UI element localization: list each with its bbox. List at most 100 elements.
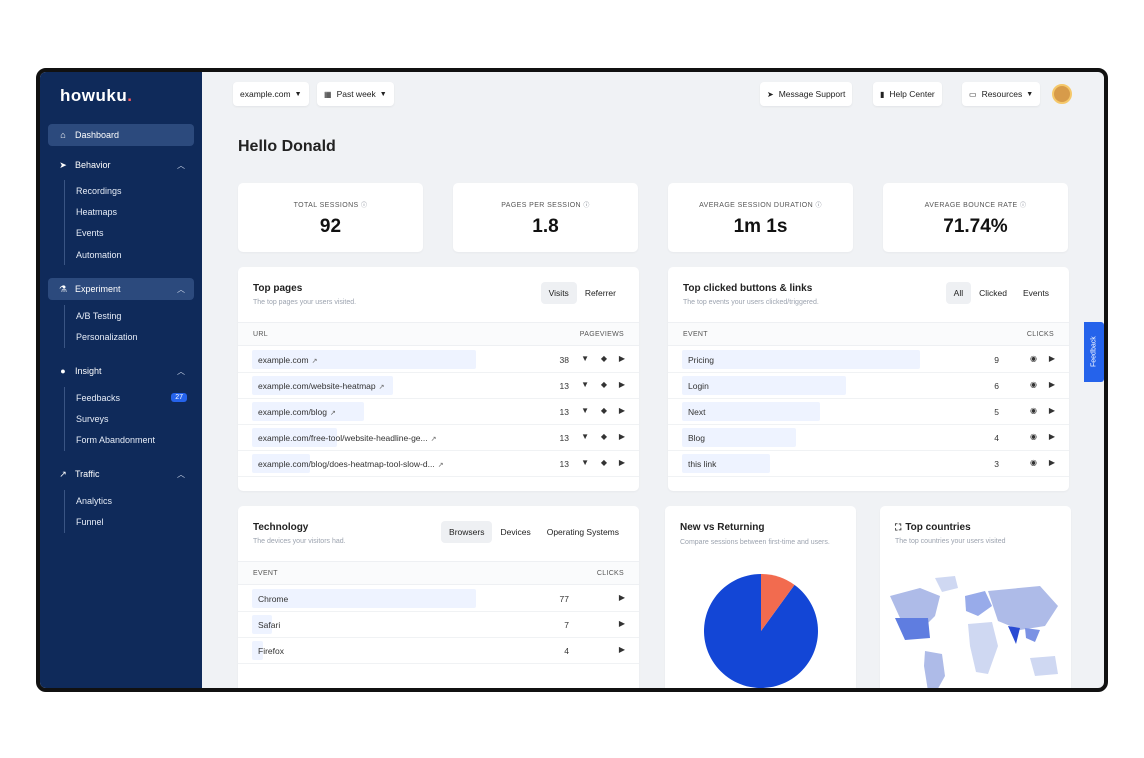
eye-icon[interactable]: ◉ [1030,380,1037,389]
row-label[interactable]: example.com/free-tool/website-headline-g… [258,433,437,443]
play-icon[interactable]: ▶ [619,619,625,628]
feedback-tab[interactable]: Feedback [1084,322,1104,382]
sidebar-item-analytics[interactable]: Analytics [65,490,189,511]
eye-icon[interactable]: ◉ [1030,432,1037,441]
play-icon[interactable]: ▶ [1049,406,1055,415]
table-row[interactable]: example.com ↗ 38 ▼ ◆ ▶ [238,347,639,373]
row-label[interactable]: example.com/blog ↗ [258,407,336,417]
sidebar-item-surveys[interactable]: Surveys [65,408,189,429]
sidebar-item-heatmaps[interactable]: Heatmaps [65,201,189,222]
eye-icon[interactable]: ◉ [1030,458,1037,467]
button-label: Resources [981,89,1023,99]
sidebar-item-form-abandonment[interactable]: Form Abandonment [65,430,189,451]
sidebar-item-dashboard[interactable]: ⌂ Dashboard [48,124,194,146]
sidebar-item-behavior[interactable]: ➤ Behavior ︿ [48,154,194,176]
row-label[interactable]: example.com ↗ [258,355,317,365]
eye-icon[interactable]: ◉ [1030,406,1037,415]
table-row[interactable]: example.com/website-heatmap ↗ 13 ▼ ◆ ▶ [238,373,639,399]
play-icon[interactable]: ▶ [619,458,625,467]
table-row[interactable]: example.com/blog/does-heatmap-tool-slow-… [238,451,639,477]
avatar[interactable] [1052,84,1072,104]
funnel-icon[interactable]: ▼ [581,458,589,467]
row-label[interactable]: Pricing [688,355,714,365]
tab-referrer[interactable]: Referrer [577,282,624,304]
heatmap-icon[interactable]: ◆ [601,380,607,389]
tab-operating-systems[interactable]: Operating Systems [539,521,627,543]
table-row[interactable]: example.com/blog ↗ 13 ▼ ◆ ▶ [238,399,639,425]
table-row[interactable]: example.com/free-tool/website-headline-g… [238,425,639,451]
external-link-icon[interactable]: ↗ [438,462,444,469]
funnel-icon[interactable]: ▼ [581,380,589,389]
table-row[interactable]: Firefox 4 ▶ [238,638,639,664]
sidebar-item-automation[interactable]: Automation [65,244,189,265]
tab-events[interactable]: Events [1015,282,1057,304]
sidebar-item-recordings[interactable]: Recordings [65,180,189,201]
table-row[interactable]: Pricing 9 ◉ ▶ [668,347,1069,373]
heatmap-icon[interactable]: ◆ [601,458,607,467]
heatmap-icon[interactable]: ◆ [601,432,607,441]
table-row[interactable]: this link 3 ◉ ▶ [668,451,1069,477]
chevron-up-icon[interactable]: ︿ [177,469,185,480]
resources-dropdown[interactable]: ▭ Resources ▼ [962,82,1041,106]
funnel-icon[interactable]: ▼ [581,406,589,415]
play-icon[interactable]: ▶ [1049,354,1055,363]
row-label[interactable]: example.com/website-heatmap ↗ [258,381,385,391]
row-label[interactable]: example.com/blog/does-heatmap-tool-slow-… [258,459,444,469]
message-support-button[interactable]: ➤ Message Support [760,82,853,106]
play-icon[interactable]: ▶ [1049,432,1055,441]
column-header-clicks[interactable]: CLICKS [1027,331,1054,338]
tab-browsers[interactable]: Browsers [441,521,493,543]
tab-clicked[interactable]: Clicked [971,282,1015,304]
play-icon[interactable]: ▶ [619,380,625,389]
row-label[interactable]: this link [688,459,716,469]
chevron-up-icon[interactable]: ︿ [177,284,185,295]
row-label[interactable]: Next [688,407,705,417]
table-row[interactable]: Blog 4 ◉ ▶ [668,425,1069,451]
table-row[interactable]: Login 6 ◉ ▶ [668,373,1069,399]
sidebar-item-personalization[interactable]: Personalization [65,326,189,347]
help-center-button[interactable]: ▮ Help Center [873,82,942,106]
external-link-icon[interactable]: ↗ [379,384,385,391]
table-row[interactable]: Chrome 77 ▶ [238,586,639,612]
play-icon[interactable]: ▶ [619,432,625,441]
heatmap-icon[interactable]: ◆ [601,354,607,363]
row-label[interactable]: Safari [258,620,280,630]
play-icon[interactable]: ▶ [619,406,625,415]
play-icon[interactable]: ▶ [619,645,625,654]
expand-icon[interactable]: ⛶ [895,522,901,532]
column-header-pageviews[interactable]: PAGEVIEWS [580,331,624,338]
tab-devices[interactable]: Devices [492,521,538,543]
eye-icon[interactable]: ◉ [1030,354,1037,363]
sidebar-item-feedbacks[interactable]: Feedbacks 27 [65,387,189,408]
chevron-up-icon[interactable]: ︿ [177,366,185,377]
sidebar-item-insight[interactable]: ● Insight ︿ [48,360,194,382]
sidebar-item-funnel[interactable]: Funnel [65,511,189,532]
column-header-clicks[interactable]: CLICKS [597,570,624,577]
sidebar-item-experiment[interactable]: ⚗ Experiment ︿ [48,278,194,300]
row-label[interactable]: Login [688,381,709,391]
tab-visits[interactable]: Visits [540,282,577,304]
sidebar-item-events[interactable]: Events [65,223,189,244]
heatmap-icon[interactable]: ◆ [601,406,607,415]
row-label[interactable]: Firefox [258,646,284,656]
chevron-up-icon[interactable]: ︿ [177,160,185,171]
sidebar-item-traffic[interactable]: ↗ Traffic ︿ [48,463,194,485]
external-link-icon[interactable]: ↗ [312,358,318,365]
play-icon[interactable]: ▶ [1049,380,1055,389]
external-link-icon[interactable]: ↗ [431,436,437,443]
table-row[interactable]: Next 5 ◉ ▶ [668,399,1069,425]
site-selector[interactable]: example.com ▼ [233,82,309,106]
row-label[interactable]: Chrome [258,594,288,604]
row-label[interactable]: Blog [688,433,705,443]
play-icon[interactable]: ▶ [619,593,625,602]
tab-all[interactable]: All [945,282,972,304]
external-link-icon[interactable]: ↗ [330,410,336,417]
play-icon[interactable]: ▶ [619,354,625,363]
play-icon[interactable]: ▶ [1049,458,1055,467]
table-row[interactable]: Safari 7 ▶ [238,612,639,638]
period-selector[interactable]: ▦ Past week ▼ [317,82,394,106]
sidebar-item-ab-testing[interactable]: A/B Testing [65,305,189,326]
logo[interactable]: howuku. [60,86,132,106]
funnel-icon[interactable]: ▼ [581,432,589,441]
funnel-icon[interactable]: ▼ [581,354,589,363]
